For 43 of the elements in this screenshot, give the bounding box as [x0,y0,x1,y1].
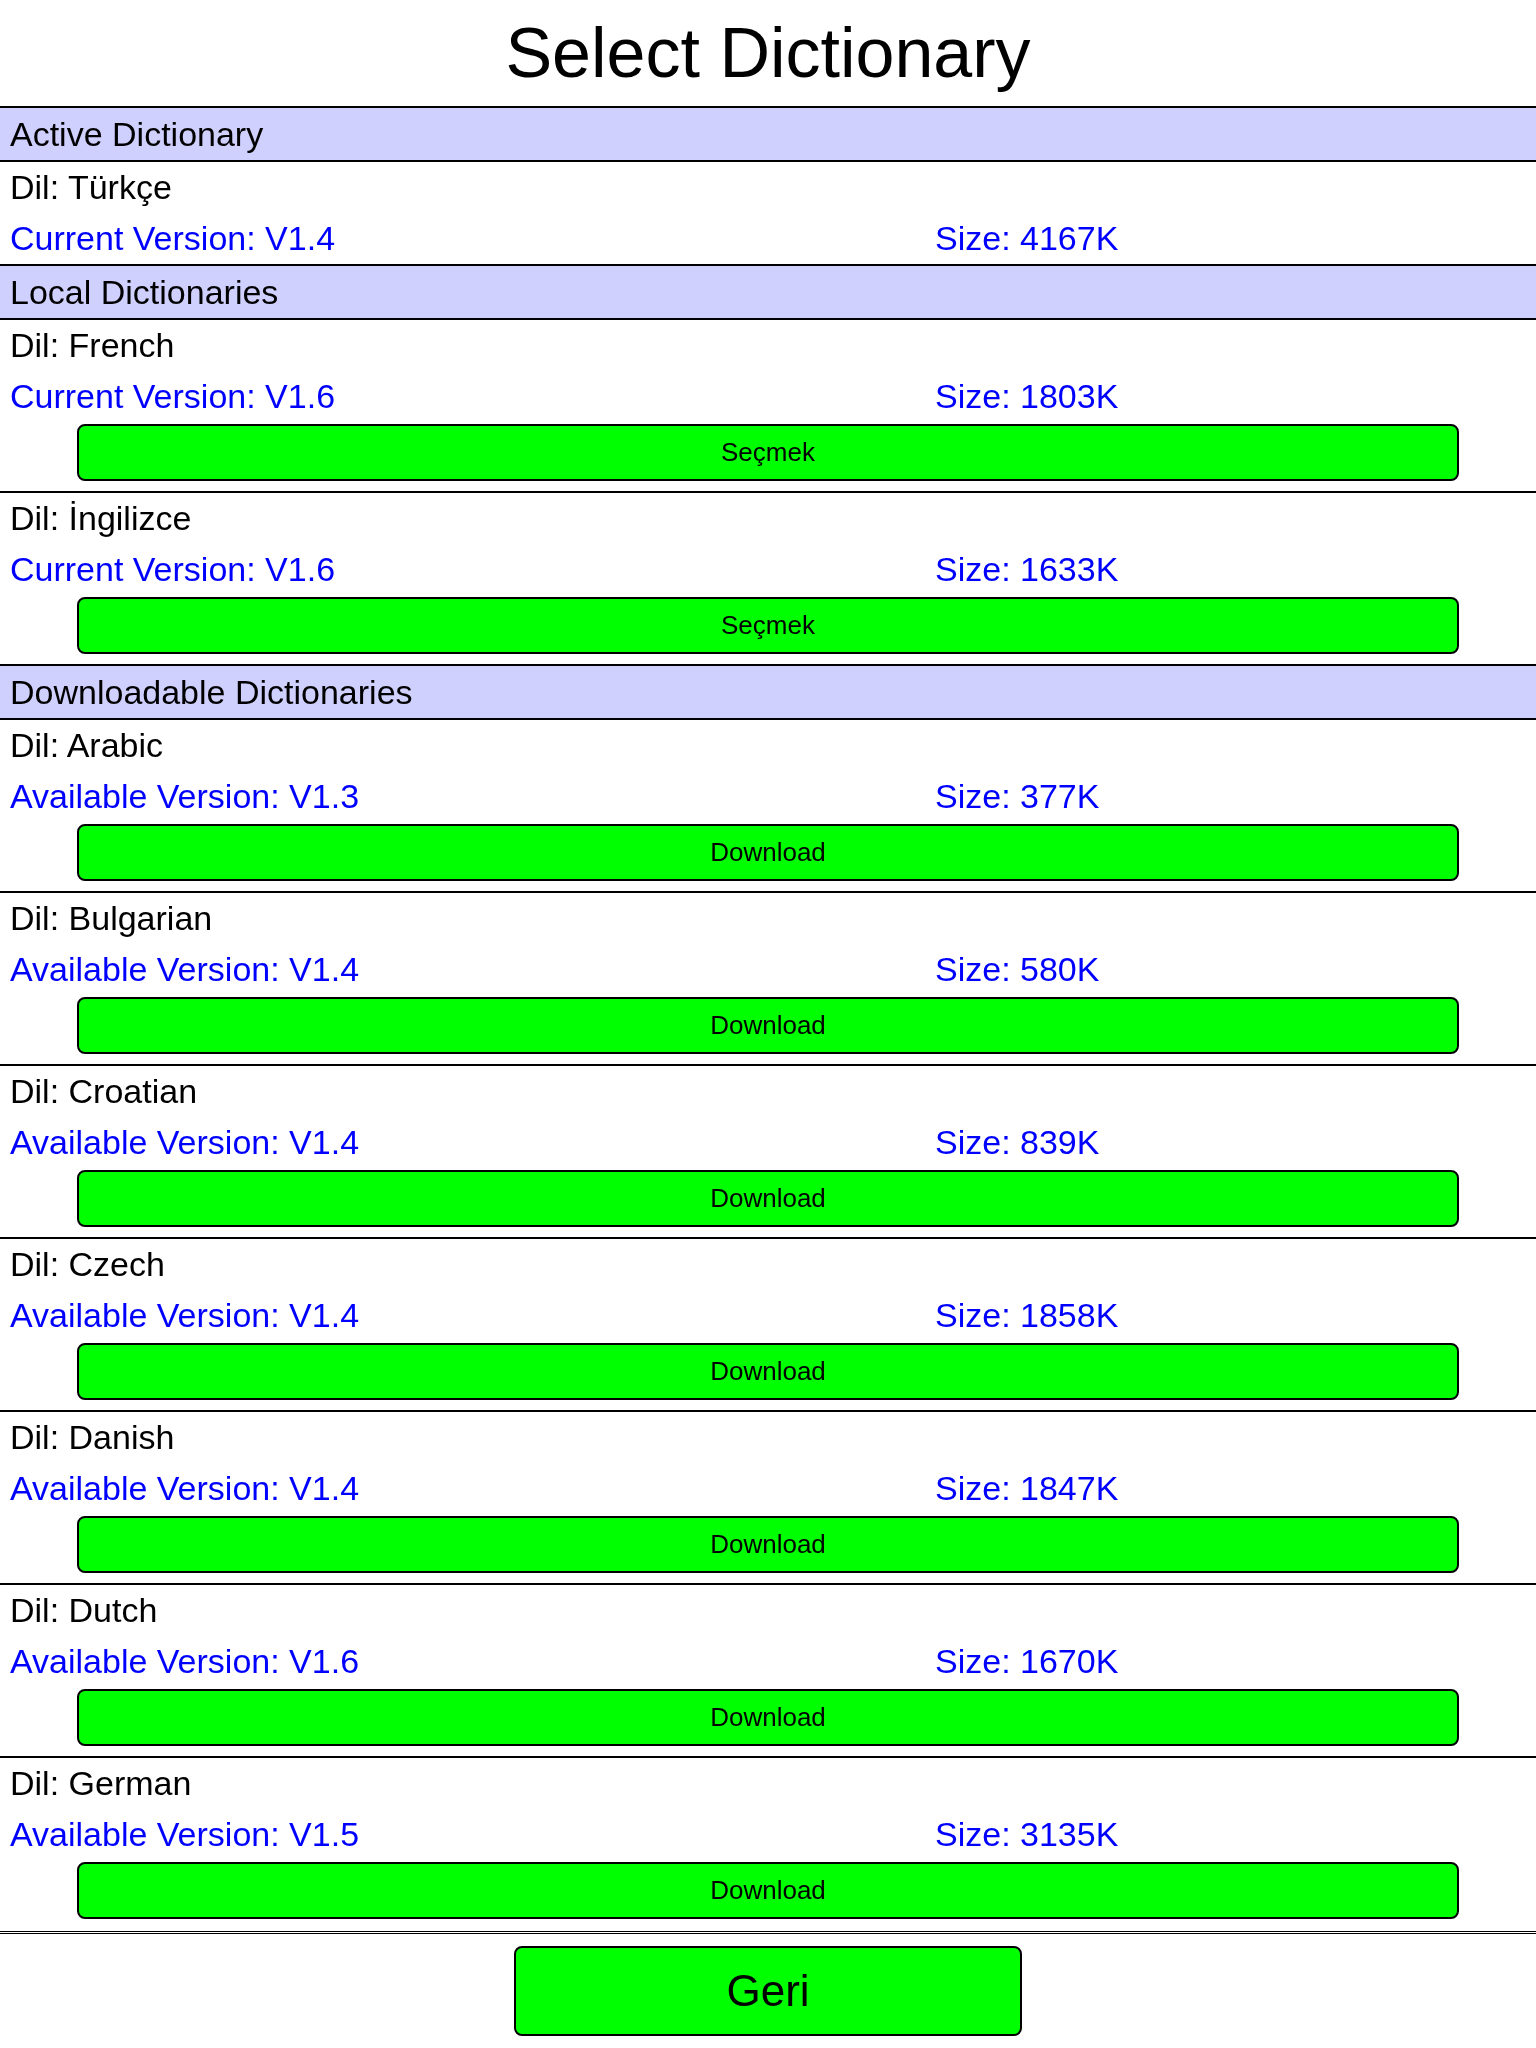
version-label: Current Version: V1.6 [10,376,337,417]
size-label: Size: 1670K [935,1641,1119,1682]
size-label: Size: 1633K [935,549,1119,590]
action-button[interactable]: Download [77,1862,1459,1919]
size-label: Size: 377K [935,776,1100,817]
section-header: Local Dictionaries [0,266,1536,320]
version-label: Available Version: V1.4 [10,1295,361,1336]
size-label: Size: 1803K [935,376,1119,417]
language-label: Dil: Croatian [10,1071,199,1112]
version-label: Current Version: V1.6 [10,549,337,590]
version-label: Available Version: V1.4 [10,949,361,990]
version-label: Available Version: V1.4 [10,1122,361,1163]
language-label: Dil: Czech [10,1244,166,1285]
back-button[interactable]: Geri [514,1946,1022,2036]
action-button[interactable]: Download [77,1343,1459,1400]
language-label: Dil: Türkçe [10,167,173,208]
action-button[interactable]: Seçmek [77,424,1459,481]
action-button[interactable]: Download [77,1516,1459,1573]
action-button[interactable]: Download [77,1170,1459,1227]
version-label: Available Version: V1.5 [10,1814,361,1855]
language-label: Dil: İngilizce [10,498,193,539]
version-label: Current Version: V1.4 [10,218,337,259]
size-label: Size: 4167K [935,218,1119,259]
language-label: Dil: German [10,1763,193,1804]
section-header: Downloadable Dictionaries [0,666,1536,720]
language-label: Dil: Bulgarian [10,898,214,939]
section-header: Active Dictionary [0,108,1536,162]
language-label: Dil: Dutch [10,1590,159,1631]
action-button[interactable]: Download [77,824,1459,881]
action-button[interactable]: Seçmek [77,597,1459,654]
language-label: Dil: French [10,325,176,366]
language-label: Dil: Danish [10,1417,176,1458]
size-label: Size: 580K [935,949,1100,990]
language-label: Dil: Arabic [10,725,165,766]
action-button[interactable]: Download [77,997,1459,1054]
size-label: Size: 1847K [935,1468,1119,1509]
version-label: Available Version: V1.4 [10,1468,361,1509]
size-label: Size: 839K [935,1122,1100,1163]
size-label: Size: 3135K [935,1814,1119,1855]
action-button[interactable]: Download [77,1689,1459,1746]
version-label: Available Version: V1.6 [10,1641,361,1682]
version-label: Available Version: V1.3 [10,776,361,817]
size-label: Size: 1858K [935,1295,1119,1336]
